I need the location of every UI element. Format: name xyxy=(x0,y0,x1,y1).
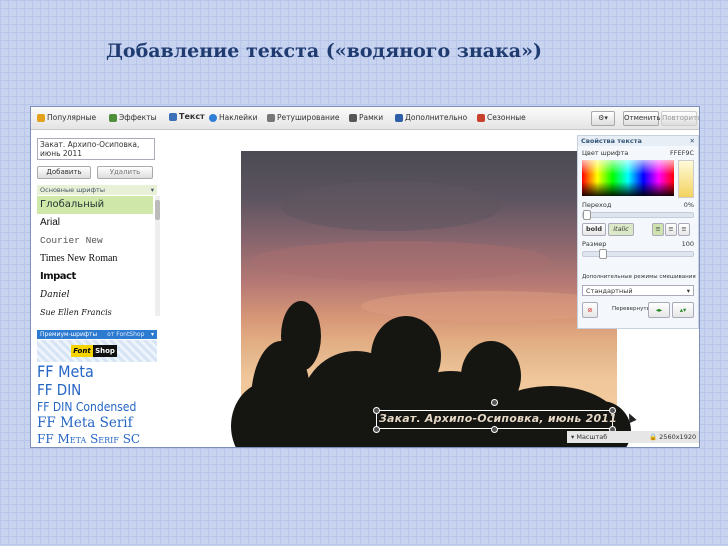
pin-icon xyxy=(395,113,403,122)
scroll-thumb[interactable] xyxy=(155,200,160,220)
font-color-value: FFEF9C xyxy=(670,149,694,157)
text-icon xyxy=(169,112,177,121)
font-item-global[interactable]: Глобальный xyxy=(37,196,153,214)
align-right-button[interactable]: ≡ xyxy=(678,223,690,236)
font-item-courier[interactable]: Courier New xyxy=(37,232,153,250)
gear-icon: ⚙▾ xyxy=(598,114,608,122)
flip-label: Перевернуть: xyxy=(612,306,652,312)
undo-button[interactable]: Отменить xyxy=(623,111,661,126)
slider-knob[interactable] xyxy=(583,210,591,220)
sticker-icon xyxy=(209,113,217,122)
photo-canvas[interactable] xyxy=(231,151,631,447)
status-bar: ▾ Масштаб 🔒 2560x1920 xyxy=(567,431,699,443)
basic-font-list: Глобальный Arial Courier New Times New R… xyxy=(37,196,153,322)
properties-header: Свойства текста ✕ xyxy=(578,136,698,146)
fontshop-logo: Font Shop xyxy=(37,340,157,362)
redo-button[interactable]: Повторить xyxy=(661,111,699,126)
tab-stickers[interactable]: Наклейки xyxy=(209,113,257,122)
collapse-icon: ▾ xyxy=(150,186,154,194)
tab-effects[interactable]: Эффекты xyxy=(109,113,157,122)
font-color-label: Цвет шрифта xyxy=(582,149,629,157)
font-item-ff-din[interactable]: FF DIN xyxy=(37,381,157,399)
retouch-icon xyxy=(267,113,275,122)
premium-font-list: FF Meta FF DIN FF DIN Condensed FF Meta … xyxy=(37,363,157,446)
effects-icon xyxy=(109,113,117,122)
resize-handle[interactable] xyxy=(491,426,498,433)
size-value: 100 xyxy=(681,240,694,248)
align-right-icon: ≡ xyxy=(681,225,687,233)
align-center-button[interactable]: ≡ xyxy=(665,223,677,236)
chevron-down-icon: ▾ xyxy=(686,287,690,295)
align-left-icon: ≡ xyxy=(655,225,661,233)
font-item-daniel[interactable]: Daniel xyxy=(37,286,153,304)
delete-text-button[interactable]: Удалить xyxy=(97,166,153,179)
tab-retouch[interactable]: Ретуширование xyxy=(267,113,339,122)
resize-handle[interactable] xyxy=(373,407,380,414)
font-list-scrollbar[interactable] xyxy=(155,196,160,316)
calendar-icon xyxy=(477,113,485,122)
rotate-handle[interactable] xyxy=(491,399,498,406)
delete-layer-button[interactable]: ⊘ xyxy=(582,302,598,318)
tab-popular[interactable]: Популярные xyxy=(37,113,96,122)
slide-title: Добавление текста («водяного знака») xyxy=(106,40,542,62)
bold-button[interactable]: bold xyxy=(582,223,606,236)
add-text-button[interactable]: Добавить xyxy=(37,166,91,179)
flip-vertical-button[interactable]: ▴▾ xyxy=(672,302,694,318)
color-picker[interactable] xyxy=(582,160,674,196)
tree-silhouette xyxy=(281,301,321,371)
tab-frames[interactable]: Рамки xyxy=(349,113,383,122)
blend-label: Дополнительные режимы смешивания xyxy=(582,274,696,280)
cloud-shape xyxy=(281,181,501,231)
watermark-caption[interactable]: Закат. Архипо-Осиповка, июнь 2011 xyxy=(379,412,617,425)
color-swatch[interactable] xyxy=(678,160,694,198)
size-label: Размер xyxy=(582,240,607,248)
opacity-slider[interactable] xyxy=(582,210,694,220)
settings-button[interactable]: ⚙▾ xyxy=(591,111,615,126)
tab-text[interactable]: Текст xyxy=(169,112,205,121)
collapse-icon: ▾ xyxy=(150,331,154,338)
cloud-shape xyxy=(251,241,551,281)
font-item-impact[interactable]: Impact xyxy=(37,268,153,286)
text-panel: Закат. Архипо-Осиповка, июнь 2011 Добави… xyxy=(35,133,160,446)
flip-vertical-icon: ▴▾ xyxy=(679,306,687,314)
align-left-button[interactable]: ≡ xyxy=(652,223,664,236)
flip-horizontal-icon: ◂▸ xyxy=(655,306,663,314)
font-item-ff-meta-serif-sc[interactable]: FF Meta Serif SC xyxy=(37,432,157,446)
opacity-label: Переход xyxy=(582,201,612,209)
tab-seasonal[interactable]: Сезонные xyxy=(477,113,526,122)
italic-button[interactable]: italic xyxy=(608,223,634,236)
premium-fonts-header[interactable]: Премиум-шрифты от FontShop ▾ xyxy=(37,330,157,339)
close-icon[interactable]: ✕ xyxy=(690,136,695,146)
dimensions-readout: 🔒 2560x1920 xyxy=(649,433,697,441)
basic-fonts-header[interactable]: Основные шрифты ▾ xyxy=(37,185,157,195)
align-center-icon: ≡ xyxy=(668,225,674,233)
blend-mode-select[interactable]: Стандартный ▾ xyxy=(582,285,694,296)
resize-handle[interactable] xyxy=(609,407,616,414)
font-item-ff-din-condensed[interactable]: FF DIN Condensed xyxy=(37,399,157,415)
tab-advanced[interactable]: Дополнительно xyxy=(395,113,467,122)
photo-editor-window: Популярные Эффекты Текст Наклейки Ретуши… xyxy=(30,106,700,448)
text-input[interactable]: Закат. Архипо-Осиповка, июнь 2011 xyxy=(37,138,155,160)
text-properties-panel: Свойства текста ✕ Цвет шрифта FFEF9C Пер… xyxy=(577,135,699,329)
font-item-ff-meta[interactable]: FF Meta xyxy=(37,363,157,381)
font-item-arial[interactable]: Arial xyxy=(37,214,153,232)
opacity-value: 0% xyxy=(683,201,694,209)
font-item-times[interactable]: Times New Roman xyxy=(37,250,153,268)
font-item-sue-ellen[interactable]: Sue Ellen Francis xyxy=(37,304,153,322)
flip-horizontal-button[interactable]: ◂▸ xyxy=(648,302,670,318)
resize-handle[interactable] xyxy=(373,426,380,433)
lock-icon: 🔒 xyxy=(649,433,658,441)
font-item-ff-meta-serif[interactable]: FF Meta Serif xyxy=(37,415,157,432)
slider-knob[interactable] xyxy=(599,249,607,259)
zoom-control[interactable]: ▾ Масштаб xyxy=(571,431,607,443)
size-slider[interactable] xyxy=(582,249,694,259)
frame-icon xyxy=(349,113,357,122)
no-entry-icon: ⊘ xyxy=(587,306,593,314)
effects-toolbar: Популярные Эффекты Текст Наклейки Ретуши… xyxy=(31,107,699,130)
star-icon xyxy=(37,113,45,122)
